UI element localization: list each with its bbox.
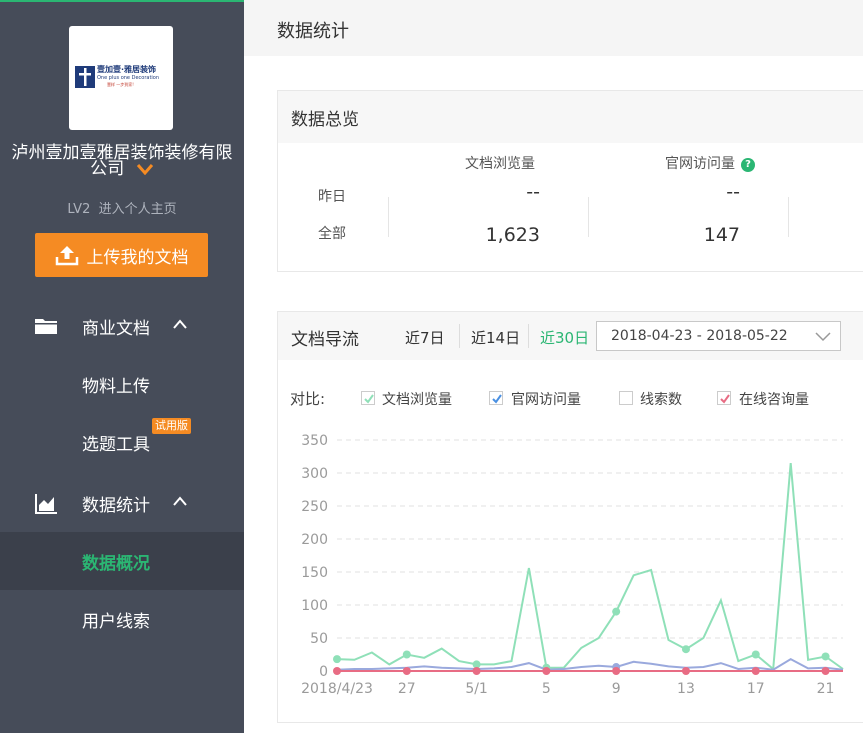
x-tick-label: 5/1: [465, 681, 488, 697]
nav-item-topic-tool[interactable]: 选题工具: [0, 413, 244, 471]
upload-document-button[interactable]: 上传我的文档: [35, 233, 208, 277]
y-tick-label: 150: [301, 565, 328, 581]
value-yesterday-site-visits: --: [726, 181, 740, 203]
y-tick-label: 350: [301, 433, 328, 449]
data-point: [751, 667, 760, 675]
column-header-label: 官网访问量: [665, 156, 735, 172]
nav-group-label: 数据统计: [82, 495, 150, 516]
data-point: [612, 667, 621, 675]
x-tick-label: 21: [817, 681, 835, 697]
data-point: [402, 650, 411, 659]
chevron-up-icon: [173, 496, 187, 506]
chevron-up-icon: [173, 319, 187, 329]
nav-item-label: 选题工具: [82, 434, 150, 455]
row-label-total: 全部: [318, 226, 346, 242]
data-point: [612, 607, 621, 616]
x-tick-label: 27: [398, 681, 416, 697]
upload-button-label: 上传我的文档: [86, 247, 189, 268]
nav-item-label: 物料上传: [82, 376, 150, 397]
divider: [588, 197, 589, 237]
x-tick-label: 2018/4/23: [301, 681, 373, 697]
nav-group-data-stats[interactable]: 数据统计: [0, 483, 244, 523]
x-tick-label: 9: [612, 681, 621, 697]
data-point: [333, 667, 341, 675]
divider: [388, 197, 389, 237]
data-point: [542, 667, 551, 675]
page-title: 数据统计: [277, 21, 349, 42]
y-tick-label: 250: [301, 499, 328, 515]
overview-card: 数据总览 文档浏览量 官网访问量? 昨日 全部 -- -- 1,623 147: [277, 90, 863, 272]
logo-title: 壹加壹·雅居装饰: [97, 65, 157, 74]
nav-group-business-docs[interactable]: 商业文档: [0, 306, 244, 346]
data-point: [402, 667, 411, 675]
logo-tagline: 壹样 一步到家!: [107, 82, 134, 87]
nav-item-label: 用户线索: [82, 611, 150, 632]
trial-badge: 试用版: [152, 418, 191, 434]
y-tick-label: 100: [301, 598, 328, 614]
nav-item-material-upload[interactable]: 物料上传: [0, 355, 244, 413]
x-tick-label: 5: [542, 681, 551, 697]
line-chart: 0 50 100 150 200 250 300 350 2018/4/23 27 5/1 5 9 13 1…: [301, 433, 844, 697]
help-icon[interactable]: ?: [741, 158, 755, 172]
profile-link[interactable]: 进入个人主页: [99, 202, 177, 217]
nav-item-label: 数据概况: [82, 553, 150, 574]
folder-icon: [35, 319, 57, 334]
y-tick-label: 0: [319, 664, 328, 680]
divider: [788, 197, 789, 237]
y-tick-label: 300: [301, 466, 328, 482]
upload-icon: [55, 246, 78, 266]
data-point: [751, 650, 760, 659]
bar-chart-icon: [35, 494, 57, 514]
overview-title: 数据总览: [278, 91, 863, 143]
sidebar: 壹加壹·雅居装饰 One plus one Decoration 壹样 一步到家…: [0, 0, 244, 733]
nav-item-user-leads[interactable]: 用户线索: [0, 590, 244, 648]
value-total-site-visits: 147: [703, 224, 740, 246]
value-total-doc-views: 1,623: [485, 224, 540, 246]
logo-subtitle: One plus one Decoration: [97, 75, 160, 81]
main-content: 数据统计 数据总览 文档浏览量 官网访问量? 昨日 全部 -- -- 1,623…: [244, 0, 863, 733]
y-tick-label: 200: [301, 532, 328, 548]
y-tick-label: 50: [310, 631, 328, 647]
data-point: [681, 667, 690, 675]
data-point: [821, 667, 830, 675]
company-name[interactable]: 泸州壹加壹雅居装饰装修有限 公司: [0, 145, 244, 178]
page-header: 数据统计: [244, 0, 863, 56]
value-yesterday-doc-views: --: [526, 181, 540, 203]
x-tick-label: 13: [677, 681, 695, 697]
nav-item-data-overview[interactable]: 数据概况: [0, 532, 244, 590]
column-header-doc-views: 文档浏览量: [465, 156, 535, 172]
company-name-line2: 公司: [90, 159, 125, 179]
x-tick-label: 17: [747, 681, 765, 697]
row-label-yesterday: 昨日: [318, 189, 346, 205]
level-row: LV2 进入个人主页: [0, 198, 244, 217]
data-point: [472, 667, 481, 675]
data-point: [333, 655, 341, 664]
level-badge: LV2: [67, 202, 91, 217]
chevron-down-icon[interactable]: [136, 163, 154, 176]
flow-card: 文档导流 近7日 近14日 近30日 2018-04-23 - 2018-05-…: [277, 311, 863, 723]
company-logo[interactable]: 壹加壹·雅居装饰 One plus one Decoration 壹样 一步到家…: [69, 26, 173, 130]
data-point: [681, 645, 690, 654]
nav-group-label: 商业文档: [82, 318, 150, 339]
column-header-site-visits: 官网访问量?: [665, 153, 755, 173]
data-point: [821, 652, 830, 661]
